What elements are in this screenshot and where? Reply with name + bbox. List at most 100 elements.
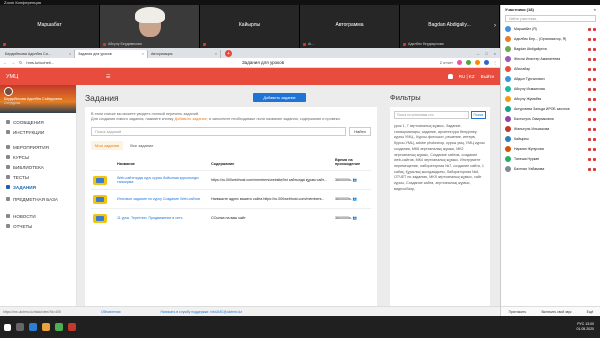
col-time: Время на прохождение xyxy=(335,158,361,166)
filter-search-input[interactable]: Поиск по ключевым сло xyxy=(394,111,469,119)
mic-muted-icon xyxy=(588,167,591,171)
menu-icon[interactable]: ⋮ xyxy=(493,60,497,65)
filter-search-button[interactable]: Поиск xyxy=(470,111,486,119)
folder-icon[interactable] xyxy=(42,323,50,331)
task-content: ССылка на ваш сайт xyxy=(209,208,333,228)
participant-avatar xyxy=(505,96,511,102)
task-search-input[interactable]: Поиск заданий xyxy=(91,127,346,136)
filters-panel: Фильтры Поиск по ключевым сло Поиск урок… xyxy=(390,93,500,314)
participant-row[interactable]: Айсулу Исмаилова xyxy=(501,84,600,94)
participant-search-input[interactable]: Найти участника xyxy=(505,15,596,22)
tab-my-tasks[interactable]: Мои задания xyxy=(91,141,124,150)
mic-muted-icon xyxy=(303,42,306,46)
extension-icon[interactable] xyxy=(457,60,462,65)
search-icon[interactable] xyxy=(16,323,24,331)
minimize-icon[interactable]: – xyxy=(477,51,479,56)
taskbar: РУС 13:00 01.05.2020 xyxy=(0,316,600,338)
translate-badge[interactable]: 2 отчет xyxy=(440,60,453,65)
participant-name: Абилабар xyxy=(514,67,531,71)
video-tile[interactable]: Айсулу Бердивекова xyxy=(100,5,200,48)
unmute-button[interactable]: Включить свой звук xyxy=(541,310,571,314)
task-tabs: Мои задания Все задание xyxy=(91,141,371,150)
mic-muted-icon xyxy=(103,42,106,46)
table-row[interactable]: Web-сайтторды курс курсы бойынша қорытын… xyxy=(91,170,371,190)
video-tile[interactable]: Маршабат xyxy=(0,5,100,48)
participant-avatar xyxy=(505,156,511,162)
participant-row[interactable]: Нарман Жунусова xyxy=(501,144,600,154)
invite-button[interactable]: Пригласить xyxy=(509,310,527,314)
participant-row[interactable]: Бахтиях Уабамова xyxy=(501,164,600,174)
task-name[interactable]: Web-сайтторды курс курсы бойынша қорытын… xyxy=(115,170,209,190)
close-icon[interactable]: × xyxy=(215,52,217,56)
url-field[interactable]: hms.kz/uchet/... xyxy=(26,60,86,65)
participant-row[interactable]: Айдын Тургынович xyxy=(501,74,600,84)
participant-status-icons xyxy=(588,127,596,131)
participant-row[interactable]: Бахтыгуль Омирзаковна xyxy=(501,114,600,124)
close-icon[interactable]: × xyxy=(594,7,596,12)
zoom-app-icon[interactable] xyxy=(29,323,37,331)
extension-icon[interactable] xyxy=(475,60,480,65)
close-icon[interactable]: × xyxy=(69,52,71,56)
video-off-icon xyxy=(593,47,596,51)
participant-row[interactable]: Bagdan Abdigaliyeva xyxy=(501,44,600,54)
participant-status-icons xyxy=(588,67,596,71)
app-icon[interactable] xyxy=(68,323,76,331)
participant-avatar xyxy=(505,56,511,62)
participant-row[interactable]: Маршабат (Я) xyxy=(501,24,600,34)
participant-row[interactable]: Жаныгуль Ильиасова xyxy=(501,124,600,134)
chrome-icon[interactable] xyxy=(55,323,63,331)
close-icon[interactable]: × xyxy=(142,52,144,56)
task-name[interactable]: Итоговое задание по курсу Создание Web-с… xyxy=(115,189,209,209)
reload-icon[interactable]: ↻ xyxy=(19,60,22,65)
participant-row[interactable]: Актургаева Зальда ИРОБ заочное xyxy=(501,104,600,114)
support-link[interactable]: Написать в службу поддержки: infoUMC@ulc… xyxy=(160,310,242,314)
participant-avatar xyxy=(505,166,511,172)
task-name[interactable]: 11 урок. Теретпон. Продвижение в сеть xyxy=(115,208,209,228)
table-row[interactable]: Итоговое задание по курсу Создание Web-с… xyxy=(91,189,371,209)
forward-icon[interactable]: → xyxy=(11,60,15,65)
logout-link[interactable]: Выйти xyxy=(481,74,494,79)
status-bar: https://ms.ulctrmc.kz/task/view?id=405 О… xyxy=(0,306,500,316)
participant-row[interactable]: Адилбек Бер... (Организатор, Я) xyxy=(501,34,600,44)
keyboard-lang[interactable]: РУС xyxy=(577,322,584,326)
mic-muted-icon xyxy=(403,42,406,46)
video-off-icon xyxy=(593,97,596,101)
more-button[interactable]: Ещё xyxy=(587,310,594,314)
main-layer: Задания Добавить задание В этом списке в… xyxy=(0,85,500,306)
site-logo[interactable]: УМЦ xyxy=(6,74,106,80)
start-icon[interactable] xyxy=(4,323,11,331)
video-off-icon xyxy=(593,167,596,171)
bell-icon[interactable] xyxy=(447,74,453,79)
task-search-button[interactable]: Найти xyxy=(349,127,371,136)
system-tray: РУС 13:00 01.05.2020 xyxy=(576,322,600,332)
video-tile[interactable]: Автограмма Аі... xyxy=(300,5,400,48)
maximize-icon[interactable]: □ xyxy=(485,51,487,56)
browser-tab[interactable]: Бердибекова Адилбек Са... × xyxy=(2,50,75,58)
browser-tab-active[interactable]: Задания для уроков × xyxy=(75,50,148,58)
participant-row[interactable]: Кайырлы xyxy=(501,134,600,144)
participants-footer: Пригласить Включить свой звук Ещё xyxy=(501,306,600,316)
browser-tab[interactable]: Авторизация × xyxy=(148,50,221,58)
mic-muted-icon xyxy=(588,47,591,51)
add-task-button[interactable]: Добавить задание xyxy=(253,93,306,102)
video-tile[interactable]: Bagdan Abdigaliy... Адилбек бердикулова xyxy=(400,5,500,48)
next-arrow-icon[interactable]: › xyxy=(494,23,496,29)
video-tile[interactable]: Кайырлы xyxy=(200,5,300,48)
profile-icon[interactable] xyxy=(484,60,489,65)
add-task-link[interactable]: Добавить задание xyxy=(174,117,206,121)
language-switch[interactable]: RU | KZ xyxy=(459,74,475,79)
participant-row[interactable]: Танеша Нуркан xyxy=(501,154,600,164)
extension-icon[interactable] xyxy=(466,60,471,65)
new-tab-button[interactable]: + xyxy=(225,50,232,57)
close-window-icon[interactable]: × xyxy=(494,51,496,56)
participant-row[interactable]: Жесли Инастер Аманатеева xyxy=(501,54,600,64)
filter-tags[interactable]: урок 1, 7 зертханалық жұмыс, Задание, та… xyxy=(394,124,486,192)
updates-link[interactable]: Обновления xyxy=(101,310,121,314)
tab-all-tasks[interactable]: Все задание xyxy=(126,141,157,150)
table-row[interactable]: 11 урок. Теретпон. Продвижение в сеть СС… xyxy=(91,208,371,228)
participant-row[interactable]: Абилабар xyxy=(501,64,600,74)
back-icon[interactable]: ← xyxy=(3,60,7,65)
mic-muted-icon xyxy=(588,117,591,121)
participant-row[interactable]: Айсулу Жумабек xyxy=(501,94,600,104)
hamburger-icon[interactable]: ☰ xyxy=(106,74,110,80)
